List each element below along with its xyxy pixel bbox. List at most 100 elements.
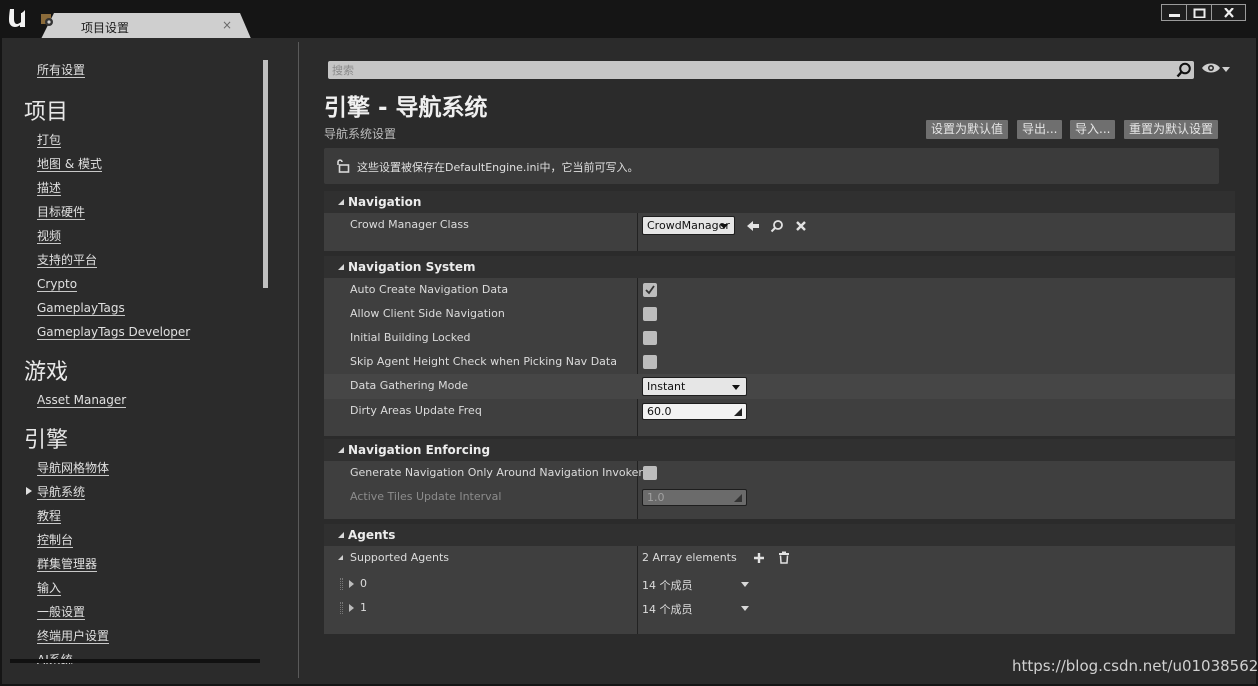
page-subtitle: 导航系统设置 bbox=[324, 127, 397, 141]
property-row: Supported Agents 2 Array elements bbox=[324, 546, 1235, 570]
minimize-button[interactable] bbox=[1161, 4, 1187, 21]
drag-handle-icon[interactable] bbox=[734, 408, 742, 416]
set-as-default-button[interactable]: 设置为默认值 bbox=[926, 120, 1009, 139]
search-box[interactable] bbox=[328, 61, 1194, 79]
expand-arrow-icon[interactable] bbox=[338, 555, 343, 560]
nav-scrollbar[interactable] bbox=[263, 60, 268, 288]
page-title: 引擎 - 导航系统 bbox=[324, 95, 488, 121]
drag-grip-icon[interactable] bbox=[340, 578, 343, 590]
dirty-areas-update-freq-input[interactable]: 60.0 bbox=[642, 403, 747, 420]
array-element-row[interactable]: 1 14 个成员 bbox=[324, 596, 1235, 620]
export-button[interactable]: 导出... bbox=[1017, 120, 1063, 139]
settings-window: 所有设置 项目 打包 地图 & 模式 描述 目标硬件 视频 支持的平台 Cryp… bbox=[2, 38, 1256, 684]
nav-scroll-shadow bbox=[10, 659, 260, 663]
dropdown-caret-icon bbox=[720, 224, 728, 229]
watermark: https://blog.csdn.net/u010385624 bbox=[1012, 657, 1258, 675]
property-label: Generate Navigation Only Around Navigati… bbox=[350, 466, 649, 479]
member-count: 14 个成员 bbox=[642, 579, 693, 592]
column-splitter[interactable] bbox=[637, 213, 638, 251]
checkmark-icon bbox=[645, 285, 655, 295]
close-button[interactable] bbox=[1211, 4, 1246, 21]
property-label: Crowd Manager Class bbox=[350, 218, 469, 231]
nav-item[interactable]: 终端用户设置 bbox=[37, 629, 110, 644]
section-header[interactable]: Navigation System bbox=[324, 256, 1235, 278]
collapse-arrow-icon[interactable] bbox=[338, 532, 344, 538]
unlocked-icon bbox=[337, 159, 350, 173]
generate-only-around-invokers-checkbox[interactable] bbox=[643, 466, 657, 480]
section-navigation-enforcing: Navigation Enforcing Generate Navigation… bbox=[324, 439, 1235, 519]
property-row: Active Tiles Update Interval 1.0 bbox=[324, 485, 1235, 509]
section-header[interactable]: Agents bbox=[324, 524, 1235, 546]
section-header[interactable]: Navigation Enforcing bbox=[324, 439, 1235, 461]
section-title: Navigation bbox=[348, 195, 422, 209]
eye-icon[interactable] bbox=[1201, 62, 1221, 74]
nav-all-settings[interactable]: 所有设置 bbox=[37, 63, 86, 78]
maximize-button[interactable] bbox=[1186, 4, 1212, 21]
settings-nav: 所有设置 项目 打包 地图 & 模式 描述 目标硬件 视频 支持的平台 Cryp… bbox=[2, 38, 268, 664]
browse-search-icon[interactable] bbox=[770, 219, 784, 233]
property-row: Allow Client Side Navigation bbox=[324, 302, 1235, 326]
nav-item[interactable]: 地图 & 模式 bbox=[37, 157, 102, 172]
nav-item-selected[interactable]: 导航系统 bbox=[37, 485, 86, 500]
add-element-plus-icon[interactable] bbox=[753, 552, 765, 564]
section-header[interactable]: Navigation bbox=[324, 191, 1235, 213]
view-options-caret-icon[interactable] bbox=[1222, 67, 1230, 72]
expand-arrow-icon[interactable] bbox=[349, 604, 354, 612]
dropdown-caret-icon[interactable] bbox=[741, 606, 749, 611]
nav-item[interactable]: 群集管理器 bbox=[37, 557, 98, 572]
allow-client-side-navigation-checkbox[interactable] bbox=[643, 307, 657, 321]
combo-value: Instant bbox=[647, 380, 686, 393]
active-tiles-update-interval-input: 1.0 bbox=[642, 489, 747, 506]
element-index: 1 bbox=[360, 601, 367, 614]
member-count: 14 个成员 bbox=[642, 603, 693, 616]
collapse-arrow-icon[interactable] bbox=[338, 447, 344, 453]
import-button[interactable]: 导入... bbox=[1070, 120, 1116, 139]
nav-item[interactable]: 目标硬件 bbox=[37, 205, 86, 220]
maximize-icon bbox=[1193, 8, 1206, 18]
clear-x-icon[interactable] bbox=[795, 220, 807, 232]
search-icon[interactable] bbox=[1176, 62, 1192, 78]
delete-trash-icon[interactable] bbox=[778, 551, 790, 564]
search-input[interactable] bbox=[332, 61, 1172, 79]
drag-grip-icon[interactable] bbox=[340, 602, 343, 614]
property-label: Dirty Areas Update Freq bbox=[350, 404, 482, 417]
nav-item[interactable]: 打包 bbox=[37, 133, 62, 148]
nav-item[interactable]: 控制台 bbox=[37, 533, 74, 548]
notice-text: 这些设置被保存在DefaultEngine.ini中，它当前可写入。 bbox=[357, 161, 639, 174]
nav-item[interactable]: 输入 bbox=[37, 581, 62, 596]
crowd-manager-class-combo[interactable]: CrowdManager bbox=[642, 216, 735, 235]
nav-item[interactable]: Asset Manager bbox=[37, 393, 127, 408]
initial-building-locked-checkbox[interactable] bbox=[643, 331, 657, 345]
selected-arrow-icon bbox=[26, 487, 32, 495]
nav-item[interactable]: 教程 bbox=[37, 509, 62, 524]
use-selected-arrow-icon[interactable] bbox=[746, 220, 760, 232]
collapse-arrow-icon[interactable] bbox=[338, 199, 344, 205]
property-row: Generate Navigation Only Around Navigati… bbox=[324, 461, 1235, 485]
auto-create-navigation-data-checkbox[interactable] bbox=[643, 283, 657, 297]
property-label: Auto Create Navigation Data bbox=[350, 283, 509, 296]
skip-agent-height-check-checkbox[interactable] bbox=[643, 355, 657, 369]
nav-item[interactable]: 一般设置 bbox=[37, 605, 86, 620]
nav-item[interactable]: 支持的平台 bbox=[37, 253, 98, 268]
project-settings-tab[interactable]: 项目设置 × bbox=[40, 13, 252, 41]
property-label: Supported Agents bbox=[350, 551, 450, 564]
array-element-row[interactable]: 0 14 个成员 bbox=[324, 572, 1235, 596]
dropdown-caret-icon[interactable] bbox=[741, 582, 749, 587]
nav-item[interactable]: GameplayTags Developer bbox=[37, 325, 191, 340]
nav-item[interactable]: 视频 bbox=[37, 229, 62, 244]
nav-item[interactable]: 描述 bbox=[37, 181, 62, 196]
data-gathering-mode-combo[interactable]: Instant bbox=[642, 377, 747, 396]
collapse-arrow-icon[interactable] bbox=[338, 264, 344, 270]
splitter[interactable] bbox=[298, 42, 299, 678]
reset-to-defaults-button[interactable]: 重置为默认设置 bbox=[1124, 120, 1219, 139]
minimize-icon bbox=[1169, 14, 1180, 17]
nav-item[interactable]: GameplayTags bbox=[37, 301, 125, 316]
nav-section-project: 项目 bbox=[24, 100, 69, 125]
tab-close-icon[interactable]: × bbox=[222, 18, 232, 32]
property-row: Crowd Manager Class CrowdManager bbox=[324, 213, 1235, 251]
nav-item[interactable]: 导航网格物体 bbox=[37, 461, 110, 476]
expand-arrow-icon[interactable] bbox=[349, 580, 354, 588]
nav-item[interactable]: Crypto bbox=[37, 277, 78, 292]
property-row: Initial Building Locked bbox=[324, 326, 1235, 350]
property-row: Skip Agent Height Check when Picking Nav… bbox=[324, 350, 1235, 374]
